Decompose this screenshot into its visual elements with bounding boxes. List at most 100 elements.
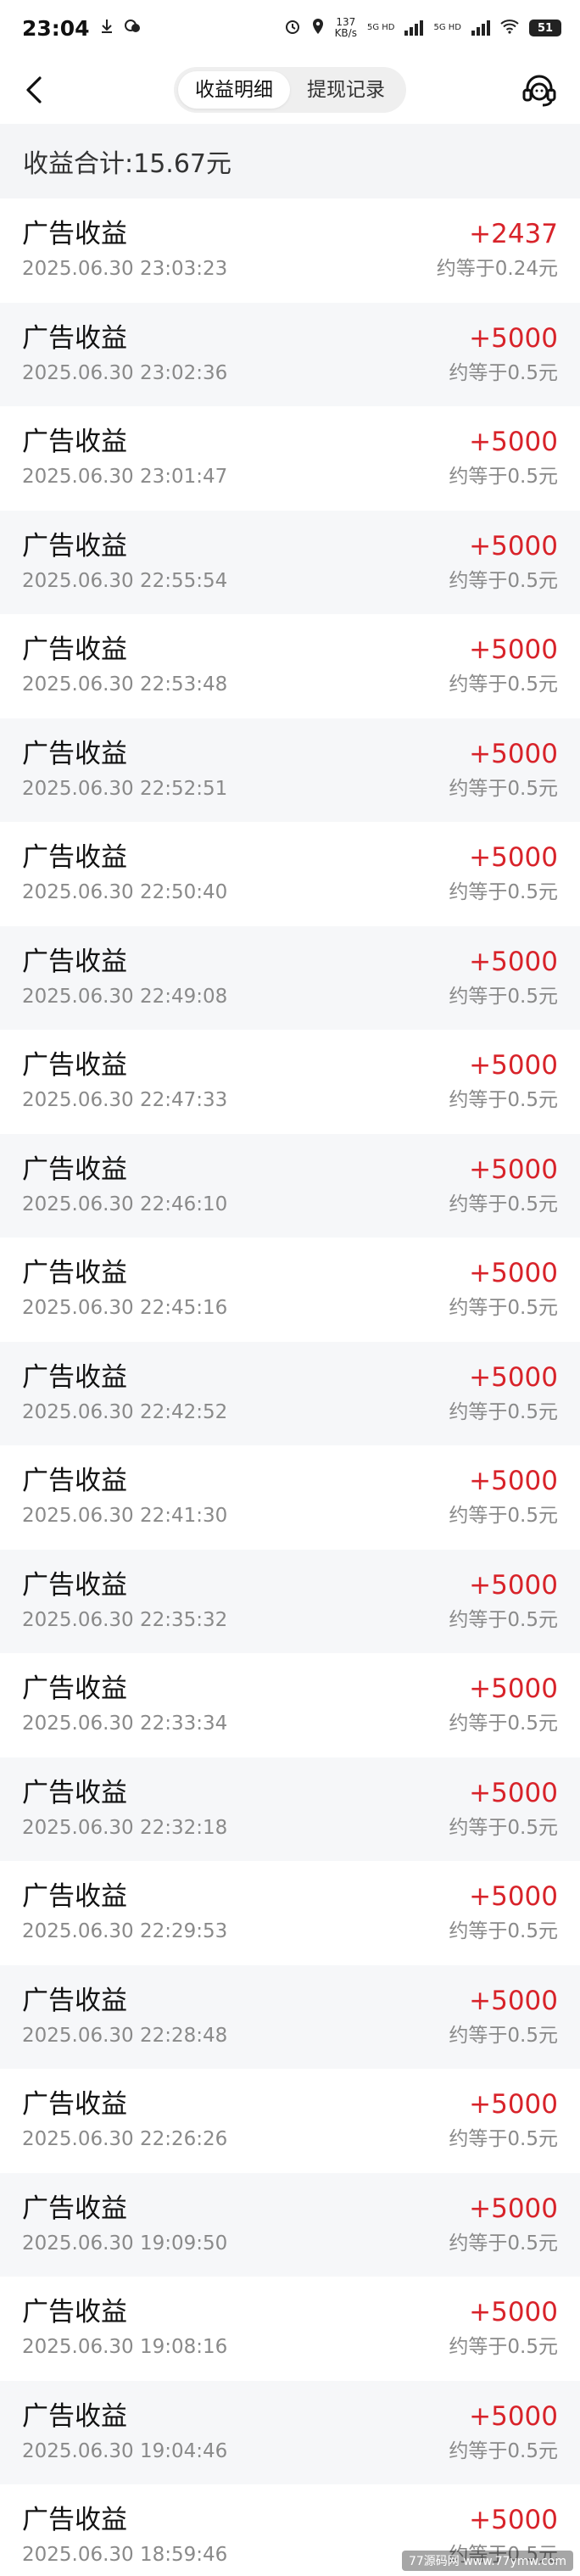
record-left: 广告收益 2025.06.30 22:42:52 xyxy=(22,1361,227,1427)
record-approx-value: 约等于0.5元 xyxy=(449,1608,558,1631)
sim1-label: 5G HD xyxy=(366,23,395,32)
list-item: 广告收益 2025.06.30 22:52:51 +5000 约等于0.5元 xyxy=(0,718,580,822)
record-title: 广告收益 xyxy=(22,1777,127,1808)
record-amount: +5000 xyxy=(469,1050,558,1081)
record-right: +5000 约等于0.5元 xyxy=(449,945,558,1011)
record-left: 广告收益 2025.06.30 18:59:46 xyxy=(22,2503,227,2569)
record-approx-value: 约等于0.5元 xyxy=(449,2232,558,2255)
record-right: +5000 约等于0.5元 xyxy=(449,1361,558,1427)
record-approx-value: 约等于0.5元 xyxy=(449,1920,558,1943)
list-item: 广告收益 2025.06.30 22:42:52 +5000 约等于0.5元 xyxy=(0,1341,580,1445)
record-approx-value: 约等于0.5元 xyxy=(449,466,558,489)
tab-withdrawal-records[interactable]: 提现记录 xyxy=(290,71,402,109)
signal-icon xyxy=(404,20,424,36)
record-right: +5000 约等于0.5元 xyxy=(449,529,558,595)
record-left: 广告收益 2025.06.30 19:08:16 xyxy=(22,2295,227,2361)
record-right: +5000 约等于0.5元 xyxy=(449,1048,558,1115)
record-left: 广告收益 2025.06.30 22:33:34 xyxy=(22,1672,227,1738)
record-left: 广告收益 2025.06.30 22:26:26 xyxy=(22,2087,227,2154)
list-item: 广告收益 2025.06.30 23:03:23 +2437 约等于0.24元 xyxy=(0,198,580,303)
status-time: 23:04 xyxy=(22,15,90,41)
record-time: 2025.06.30 22:26:26 xyxy=(22,2128,228,2151)
list-item: 广告收益 2025.06.30 22:55:54 +5000 约等于0.5元 xyxy=(0,510,580,614)
record-time: 2025.06.30 23:03:23 xyxy=(22,258,228,281)
earnings-list: 广告收益 2025.06.30 23:03:23 +2437 约等于0.24元 广告收益… xyxy=(0,198,580,2576)
record-amount: +5000 xyxy=(469,1777,558,1808)
record-title: 广告收益 xyxy=(22,322,127,354)
list-item: 广告收益 2025.06.30 22:47:33 +5000 约等于0.5元 xyxy=(0,1030,580,1134)
list-item: 广告收益 2025.06.30 22:32:18 +5000 约等于0.5元 xyxy=(0,1757,580,1861)
record-time: 2025.06.30 22:42:52 xyxy=(22,1400,228,1423)
record-approx-value: 约等于0.5元 xyxy=(449,1193,558,1215)
record-time: 2025.06.30 18:59:46 xyxy=(22,2544,228,2567)
record-amount: +5000 xyxy=(469,738,558,769)
record-amount: +5000 xyxy=(469,322,558,354)
record-amount: +5000 xyxy=(469,2193,558,2224)
record-approx-value: 约等于0.5元 xyxy=(449,1089,558,1112)
record-left: 广告收益 2025.06.30 22:50:40 xyxy=(22,841,227,907)
record-time: 2025.06.30 23:02:36 xyxy=(22,361,228,384)
list-item: 广告收益 2025.06.30 22:26:26 +5000 约等于0.5元 xyxy=(0,2069,580,2173)
record-title: 广告收益 xyxy=(22,1361,127,1393)
status-bar: 23:04 137 KB/s 5G HD 5G HD 51 xyxy=(0,0,580,56)
list-item: 广告收益 2025.06.30 23:02:36 +5000 约等于0.5元 xyxy=(0,302,580,406)
record-right: +5000 约等于0.5元 xyxy=(449,2295,558,2361)
record-right: +5000 约等于0.5元 xyxy=(449,1568,558,1634)
status-right: 137 KB/s 5G HD 5G HD 51 xyxy=(284,17,561,39)
record-time: 2025.06.30 22:32:18 xyxy=(22,1816,228,1839)
record-title: 广告收益 xyxy=(22,530,127,562)
nav-bar: 收益明细 提现记录 xyxy=(0,56,580,124)
record-amount: +5000 xyxy=(469,1881,558,1913)
record-left: 广告收益 2025.06.30 22:35:32 xyxy=(22,1568,227,1634)
record-right: +5000 约等于0.5元 xyxy=(449,1464,558,1530)
wifi-icon xyxy=(500,19,519,37)
record-right: +5000 约等于0.5元 xyxy=(449,1256,558,1322)
record-time: 2025.06.30 23:01:47 xyxy=(22,466,228,489)
record-title: 广告收益 xyxy=(22,2297,127,2328)
app-notification-icon xyxy=(124,19,141,37)
record-approx-value: 约等于0.5元 xyxy=(449,361,558,384)
record-time: 2025.06.30 22:35:32 xyxy=(22,1608,228,1631)
net-speed: 137 KB/s xyxy=(335,17,357,39)
record-approx-value: 约等于0.5元 xyxy=(449,1505,558,1528)
list-item: 广告收益 2025.06.30 22:33:34 +5000 约等于0.5元 xyxy=(0,1653,580,1757)
record-amount: +5000 xyxy=(469,1674,558,1705)
record-right: +5000 约等于0.5元 xyxy=(449,1880,558,1946)
record-time: 2025.06.30 22:29:53 xyxy=(22,1920,228,1943)
record-left: 广告收益 2025.06.30 22:52:51 xyxy=(22,737,227,803)
list-item: 广告收益 2025.06.30 19:08:16 +5000 约等于0.5元 xyxy=(0,2277,580,2381)
record-approx-value: 约等于0.5元 xyxy=(449,2128,558,2151)
record-title: 广告收益 xyxy=(22,219,127,250)
record-approx-value: 约等于0.5元 xyxy=(449,2439,558,2462)
record-title: 广告收益 xyxy=(22,1466,127,1497)
tab-earnings-detail[interactable]: 收益明细 xyxy=(178,71,290,109)
record-right: +5000 约等于0.5元 xyxy=(449,1984,558,2050)
list-item: 广告收益 2025.06.30 22:45:16 +5000 约等于0.5元 xyxy=(0,1238,580,1342)
signal-icon xyxy=(471,20,490,36)
record-time: 2025.06.30 22:28:48 xyxy=(22,2024,228,2047)
record-left: 广告收益 2025.06.30 22:32:18 xyxy=(22,1776,227,1842)
record-title: 广告收益 xyxy=(22,1985,127,2016)
record-approx-value: 约等于0.5元 xyxy=(449,2024,558,2047)
tab-switcher: 收益明细 提现记录 xyxy=(174,67,406,113)
list-item: 广告收益 2025.06.30 22:28:48 +5000 约等于0.5元 xyxy=(0,1964,580,2069)
record-time: 2025.06.30 22:47:33 xyxy=(22,1089,228,1112)
chevron-left-icon xyxy=(26,76,42,103)
record-time: 2025.06.30 22:52:51 xyxy=(22,777,228,800)
record-right: +5000 约等于0.5元 xyxy=(449,2400,558,2466)
record-time: 2025.06.30 22:55:54 xyxy=(22,569,228,592)
list-item: 广告收益 2025.06.30 22:41:30 +5000 约等于0.5元 xyxy=(0,1445,580,1550)
record-left: 广告收益 2025.06.30 22:46:10 xyxy=(22,1153,227,1219)
list-item: 广告收益 2025.06.30 19:09:50 +5000 约等于0.5元 xyxy=(0,2172,580,2277)
record-title: 广告收益 xyxy=(22,2089,127,2121)
record-left: 广告收益 2025.06.30 23:03:23 xyxy=(22,217,227,283)
earnings-total: 收益合计:15.67元 xyxy=(0,124,580,198)
record-approx-value: 约等于0.5元 xyxy=(449,569,558,592)
record-amount: +5000 xyxy=(469,2400,558,2432)
record-time: 2025.06.30 22:50:40 xyxy=(22,881,228,904)
back-button[interactable] xyxy=(15,71,53,109)
sim2-label: 5G HD xyxy=(433,23,461,32)
record-amount: +5000 xyxy=(469,946,558,977)
record-title: 广告收益 xyxy=(22,1050,127,1081)
customer-service-button[interactable] xyxy=(516,66,563,114)
